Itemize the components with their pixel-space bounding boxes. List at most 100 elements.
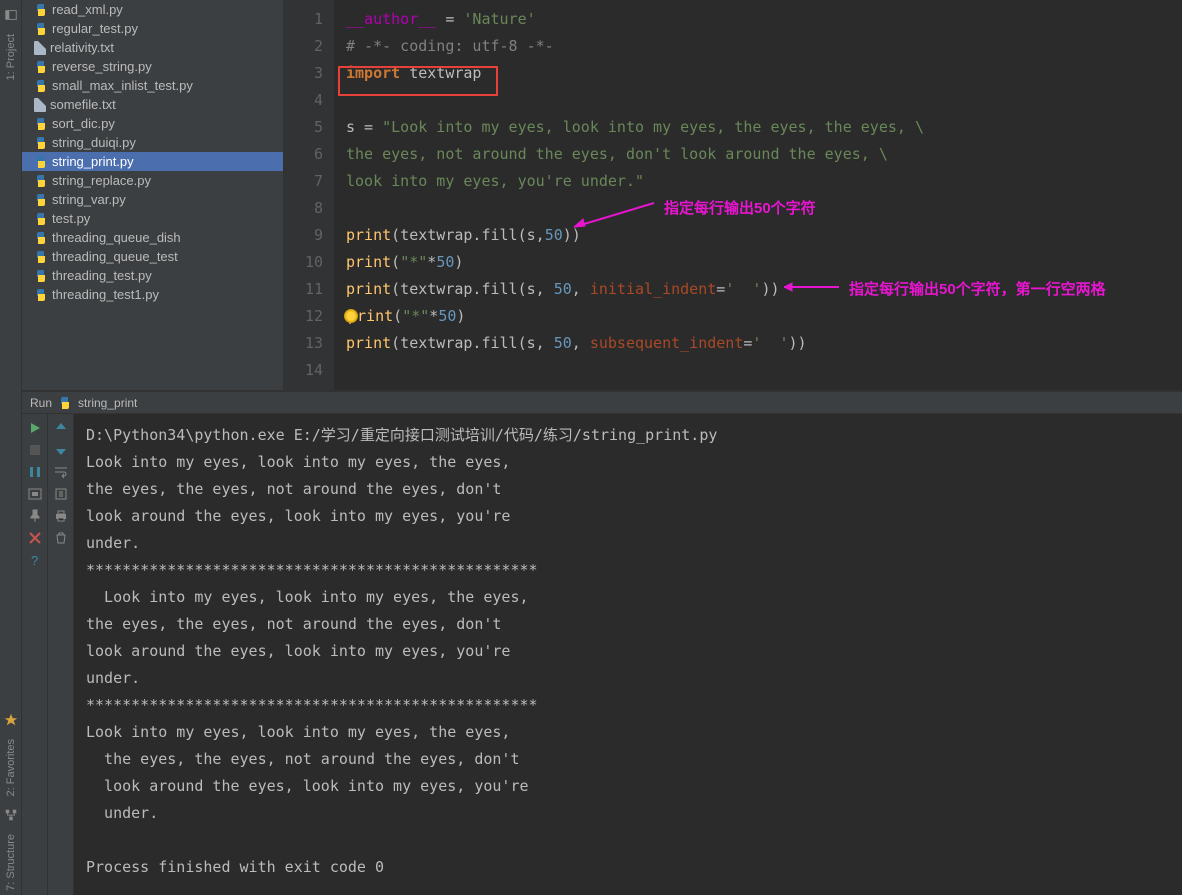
tree-file-item[interactable]: reverse_string.py <box>22 57 283 76</box>
line-number: 4 <box>284 87 323 114</box>
up-icon[interactable] <box>53 420 69 436</box>
code-token: print <box>346 226 391 244</box>
file-name-label: regular_test.py <box>52 21 138 36</box>
python-file-icon <box>34 117 48 131</box>
file-name-label: threading_queue_dish <box>52 230 181 245</box>
settings-icon[interactable] <box>27 486 43 502</box>
code-token: ) <box>456 307 465 325</box>
code-token: 50 <box>545 226 563 244</box>
file-name-label: test.py <box>52 211 90 226</box>
editor-code-area[interactable]: __author__ = 'Nature' # -*- coding: utf-… <box>334 0 1182 390</box>
python-file-icon <box>34 3 48 17</box>
tree-file-item[interactable]: somefile.txt <box>22 95 283 114</box>
code-token: 50 <box>436 253 454 271</box>
code-token: ) <box>454 253 463 271</box>
code-token: 'Nature' <box>463 10 535 28</box>
svg-text:?: ? <box>31 553 38 568</box>
text-file-icon <box>34 41 46 55</box>
run-panel: Run string_print ? D:\Pytho <box>22 391 1182 895</box>
tree-file-item[interactable]: string_var.py <box>22 190 283 209</box>
code-token: look into my eyes, you're under." <box>346 172 644 190</box>
python-file-icon <box>34 212 48 226</box>
code-token: "*" <box>400 253 427 271</box>
python-file-icon <box>34 250 48 264</box>
pin-icon[interactable] <box>27 508 43 524</box>
code-token: "Look into my eyes, look into my eyes, t… <box>382 118 924 136</box>
code-editor[interactable]: 1234567891011121314 __author__ = 'Nature… <box>284 0 1182 390</box>
python-file-icon <box>34 155 48 169</box>
run-tab-label: Run <box>30 396 52 410</box>
python-file-icon <box>34 231 48 245</box>
stop-icon[interactable] <box>27 442 43 458</box>
code-token: = <box>436 10 463 28</box>
text-file-icon <box>34 98 46 112</box>
tree-file-item[interactable]: small_max_inlist_test.py <box>22 76 283 95</box>
code-token: ( <box>393 307 402 325</box>
tree-file-item[interactable]: string_print.py <box>22 152 283 171</box>
tree-file-item[interactable]: read_xml.py <box>22 0 283 19</box>
run-toolbar-left: ? <box>22 414 48 895</box>
file-name-label: string_replace.py <box>52 173 151 188</box>
line-number: 8 <box>284 195 323 222</box>
favorites-tab[interactable]: 2: Favorites <box>5 735 17 800</box>
left-tool-rail: 1: Project 2: Favorites 7: Structure <box>0 0 22 895</box>
line-number: 13 <box>284 330 323 357</box>
run-config-name: string_print <box>78 396 137 410</box>
file-name-label: small_max_inlist_test.py <box>52 78 193 93</box>
line-number: 7 <box>284 168 323 195</box>
file-name-label: read_xml.py <box>52 2 123 17</box>
code-token: , <box>572 280 590 298</box>
code-token: the eyes, not around the eyes, don't loo… <box>346 145 888 163</box>
tree-file-item[interactable]: string_duiqi.py <box>22 133 283 152</box>
code-token: * <box>427 253 436 271</box>
file-name-label: threading_test.py <box>52 268 152 283</box>
file-name-label: relativity.txt <box>50 40 114 55</box>
structure-tab[interactable]: 7: Structure <box>5 830 17 895</box>
project-pane-icon[interactable] <box>4 8 18 22</box>
code-token: # -*- coding: utf-8 -*- <box>346 37 554 55</box>
code-token: ' ' <box>752 334 788 352</box>
tree-file-item[interactable]: threading_queue_test <box>22 247 283 266</box>
project-tree[interactable]: read_xml.py regular_test.py relativity.txt… <box>22 0 284 390</box>
run-panel-header[interactable]: Run string_print <box>22 392 1182 414</box>
project-tab[interactable]: 1: Project <box>5 30 17 84</box>
file-name-label: threading_queue_test <box>52 249 178 264</box>
scroll-icon[interactable] <box>53 486 69 502</box>
python-file-icon <box>34 174 48 188</box>
favorites-icon[interactable] <box>4 713 18 727</box>
tree-file-item[interactable]: regular_test.py <box>22 19 283 38</box>
tree-file-item[interactable]: sort_dic.py <box>22 114 283 133</box>
tree-file-item[interactable]: test.py <box>22 209 283 228</box>
tree-file-item[interactable]: string_replace.py <box>22 171 283 190</box>
code-token: initial_indent <box>590 280 716 298</box>
python-file-icon <box>34 269 48 283</box>
code-token: ' ' <box>725 280 761 298</box>
line-number: 1 <box>284 6 323 33</box>
code-token: print <box>346 334 391 352</box>
file-name-label: string_print.py <box>52 154 134 169</box>
code-token: 50 <box>438 307 456 325</box>
code-token: )) <box>563 226 581 244</box>
rerun-icon[interactable] <box>27 420 43 436</box>
tree-file-item[interactable]: relativity.txt <box>22 38 283 57</box>
print-icon[interactable] <box>53 508 69 524</box>
line-number: 12 <box>284 303 323 330</box>
close-icon[interactable] <box>27 530 43 546</box>
code-token: )) <box>789 334 807 352</box>
line-number: 10 <box>284 249 323 276</box>
intention-bulb-icon[interactable] <box>344 309 358 323</box>
tree-file-item[interactable]: threading_queue_dish <box>22 228 283 247</box>
clear-icon[interactable] <box>53 530 69 546</box>
structure-icon[interactable] <box>4 808 18 822</box>
help-icon[interactable]: ? <box>27 552 43 568</box>
code-token: print <box>346 280 391 298</box>
console-output[interactable]: D:\Python34\python.exe E:/学习/重定向接口测试培训/代… <box>74 414 1182 895</box>
line-number: 5 <box>284 114 323 141</box>
tree-file-item[interactable]: threading_test.py <box>22 266 283 285</box>
code-token: 50 <box>554 280 572 298</box>
down-icon[interactable] <box>53 442 69 458</box>
code-token: = <box>716 280 725 298</box>
pause-icon[interactable] <box>27 464 43 480</box>
tree-file-item[interactable]: threading_test1.py <box>22 285 283 304</box>
wrap-icon[interactable] <box>53 464 69 480</box>
